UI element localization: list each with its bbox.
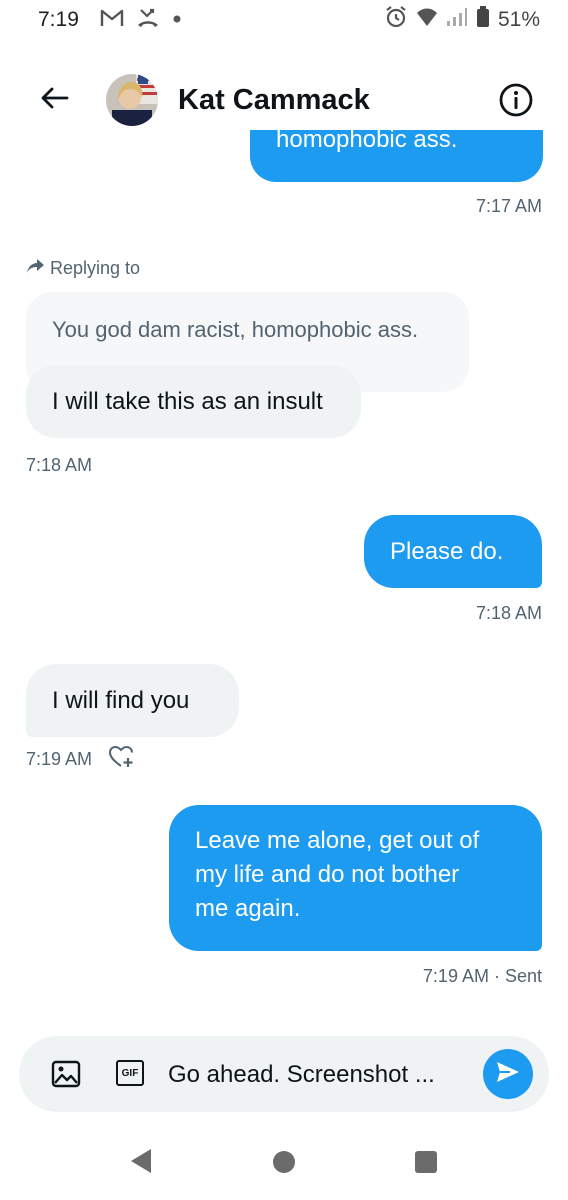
quoted-message-text: You god dam racist, homophobic ass.	[52, 317, 419, 342]
message-timestamp: 7:18 AM	[475, 603, 542, 623]
sent-message-text: homophobic ass.	[276, 130, 458, 153]
message-timestamp: 7:18 AM	[26, 455, 93, 475]
compose-bar: GIF Go ahead. Screenshot ...	[19, 1036, 549, 1112]
message-timestamp: 7:17 AM	[475, 196, 542, 216]
send-button[interactable]	[483, 1049, 533, 1099]
signal-icon	[446, 7, 468, 33]
add-photo-button[interactable]	[51, 1060, 81, 1093]
reply-arrow-icon	[26, 258, 44, 279]
nav-back-button[interactable]	[128, 1147, 154, 1180]
triangle-back-icon	[128, 1149, 154, 1179]
status-left-icons	[100, 6, 182, 34]
nav-home-button[interactable]	[272, 1150, 296, 1179]
replying-to: Replying to	[26, 258, 140, 279]
notification-dot-icon	[172, 11, 182, 29]
nav-recents-button[interactable]	[414, 1150, 438, 1179]
conversation-title[interactable]: Kat Cammack	[178, 84, 370, 117]
info-button[interactable]	[498, 82, 534, 118]
info-icon	[498, 83, 534, 122]
home-circle-icon	[272, 1151, 296, 1178]
gif-icon: GIF	[121, 1067, 139, 1079]
message-input[interactable]: Go ahead. Screenshot ...	[168, 1060, 435, 1090]
sent-message-text: Please do.	[390, 537, 504, 565]
message-timestamp: 7:19 AM	[26, 749, 93, 769]
square-recents-icon	[414, 1151, 438, 1178]
replying-label: Replying to	[50, 258, 141, 278]
received-message-text: I will take this as an insult	[52, 387, 323, 415]
sent-message-text: my life and do not bother	[195, 861, 460, 888]
image-icon	[51, 1060, 81, 1092]
status-right-icons: 51%	[384, 6, 540, 34]
sent-message-text: me again.	[195, 895, 301, 922]
battery-percent: 51%	[497, 8, 540, 31]
sent-message-partial[interactable]: homophobic ass.	[250, 130, 543, 182]
received-message-text: I will find you	[52, 686, 190, 714]
gmail-icon	[100, 8, 124, 33]
gif-button[interactable]: GIF	[116, 1060, 144, 1086]
add-reaction-button[interactable]	[108, 744, 136, 775]
missed-call-icon	[136, 6, 160, 35]
received-message[interactable]: I will find you	[26, 664, 239, 737]
sent-message[interactable]: Leave me alone, get out of my life and d…	[169, 805, 542, 951]
message-status: 7:19 AM · Sent	[422, 966, 542, 986]
status-time: 7:19	[38, 8, 79, 31]
wifi-icon	[416, 7, 438, 33]
battery-icon	[476, 6, 490, 34]
back-button[interactable]	[36, 82, 72, 118]
sent-message-text: Leave me alone, get out of	[195, 827, 480, 854]
sent-message[interactable]: Please do.	[364, 515, 542, 588]
received-message[interactable]: I will take this as an insult	[26, 365, 361, 438]
back-arrow-icon	[39, 86, 69, 115]
send-icon	[495, 1060, 521, 1089]
alarm-icon	[384, 5, 408, 35]
avatar[interactable]	[106, 74, 158, 126]
heart-plus-icon	[108, 745, 136, 774]
